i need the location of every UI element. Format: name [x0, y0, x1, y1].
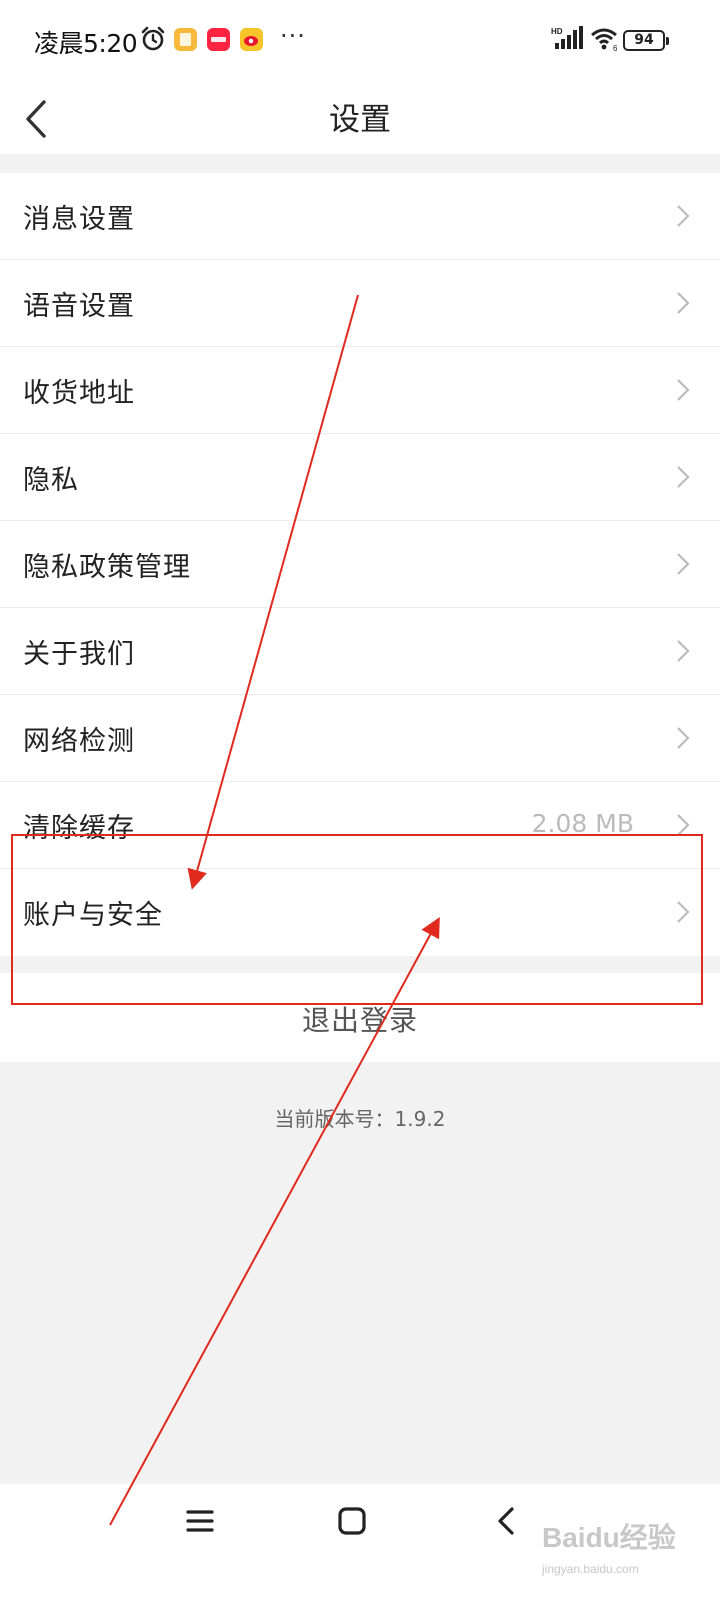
chevron-right-icon	[677, 466, 690, 488]
chevron-right-icon	[677, 727, 690, 749]
menu-item-label: 隐私	[23, 465, 79, 496]
settings-menu: 消息设置 语音设置 收货地址 隐私 隐私政策管理 关于我们 网络检测 清除缓存 …	[0, 173, 720, 956]
menu-item-label: 网络检测	[23, 726, 135, 757]
battery-indicator: 94	[623, 30, 669, 51]
signal-icon: HD	[551, 26, 585, 54]
weibo-app-icon	[240, 28, 263, 51]
chevron-right-icon	[677, 205, 690, 227]
watermark-url: jingyan.baidu.com	[542, 1562, 639, 1576]
version-label: 当前版本号：1.9.2	[274, 1107, 446, 1131]
notes-app-icon	[174, 28, 197, 51]
svg-text:6: 6	[613, 44, 618, 51]
menu-item-label: 收货地址	[23, 378, 135, 409]
page-title: 设置	[329, 102, 391, 138]
xiaohongshu-app-icon	[207, 28, 230, 51]
menu-icon[interactable]	[185, 1506, 215, 1536]
svg-text:HD: HD	[551, 27, 563, 36]
menu-item-label: 关于我们	[23, 639, 135, 670]
header-bar: 设置	[0, 80, 720, 154]
menu-item-account-security[interactable]: 账户与安全	[0, 869, 720, 956]
status-time: 凌晨5:20	[34, 29, 138, 58]
cache-size-value: 2.08 MB	[531, 809, 634, 838]
menu-item-about-us[interactable]: 关于我们	[0, 608, 720, 695]
system-back-icon[interactable]	[494, 1506, 518, 1536]
home-icon[interactable]	[337, 1506, 367, 1536]
menu-item-clear-cache[interactable]: 清除缓存 2.08 MB	[0, 782, 720, 869]
menu-item-label: 消息设置	[23, 204, 135, 235]
chevron-right-icon	[677, 640, 690, 662]
menu-item-network-check[interactable]: 网络检测	[0, 695, 720, 782]
status-bar: 凌晨5:20 ··· HD 6 94	[0, 0, 720, 80]
more-notifications-icon: ···	[280, 22, 306, 50]
menu-item-shipping-address[interactable]: 收货地址	[0, 347, 720, 434]
menu-item-label: 语音设置	[23, 291, 135, 322]
chevron-right-icon	[677, 814, 690, 836]
baidu-watermark: Baidu经验 jingyan.baidu.com	[540, 1500, 710, 1590]
chevron-right-icon	[677, 379, 690, 401]
logout-button[interactable]: 退出登录	[0, 999, 720, 1039]
logout-section: 退出登录	[0, 973, 720, 1062]
menu-item-label: 隐私政策管理	[23, 552, 191, 583]
menu-item-label: 账户与安全	[23, 900, 163, 931]
menu-item-voice-settings[interactable]: 语音设置	[0, 260, 720, 347]
wifi-icon: 6	[590, 27, 620, 55]
menu-item-privacy[interactable]: 隐私	[0, 434, 720, 521]
menu-item-privacy-policy[interactable]: 隐私政策管理	[0, 521, 720, 608]
chevron-right-icon	[677, 553, 690, 575]
chevron-right-icon	[677, 901, 690, 923]
menu-item-message-settings[interactable]: 消息设置	[0, 173, 720, 260]
watermark-brand: Baidu经验	[542, 1522, 676, 1553]
alarm-icon	[140, 26, 166, 56]
chevron-right-icon	[677, 292, 690, 314]
menu-item-label: 清除缓存	[23, 813, 135, 844]
